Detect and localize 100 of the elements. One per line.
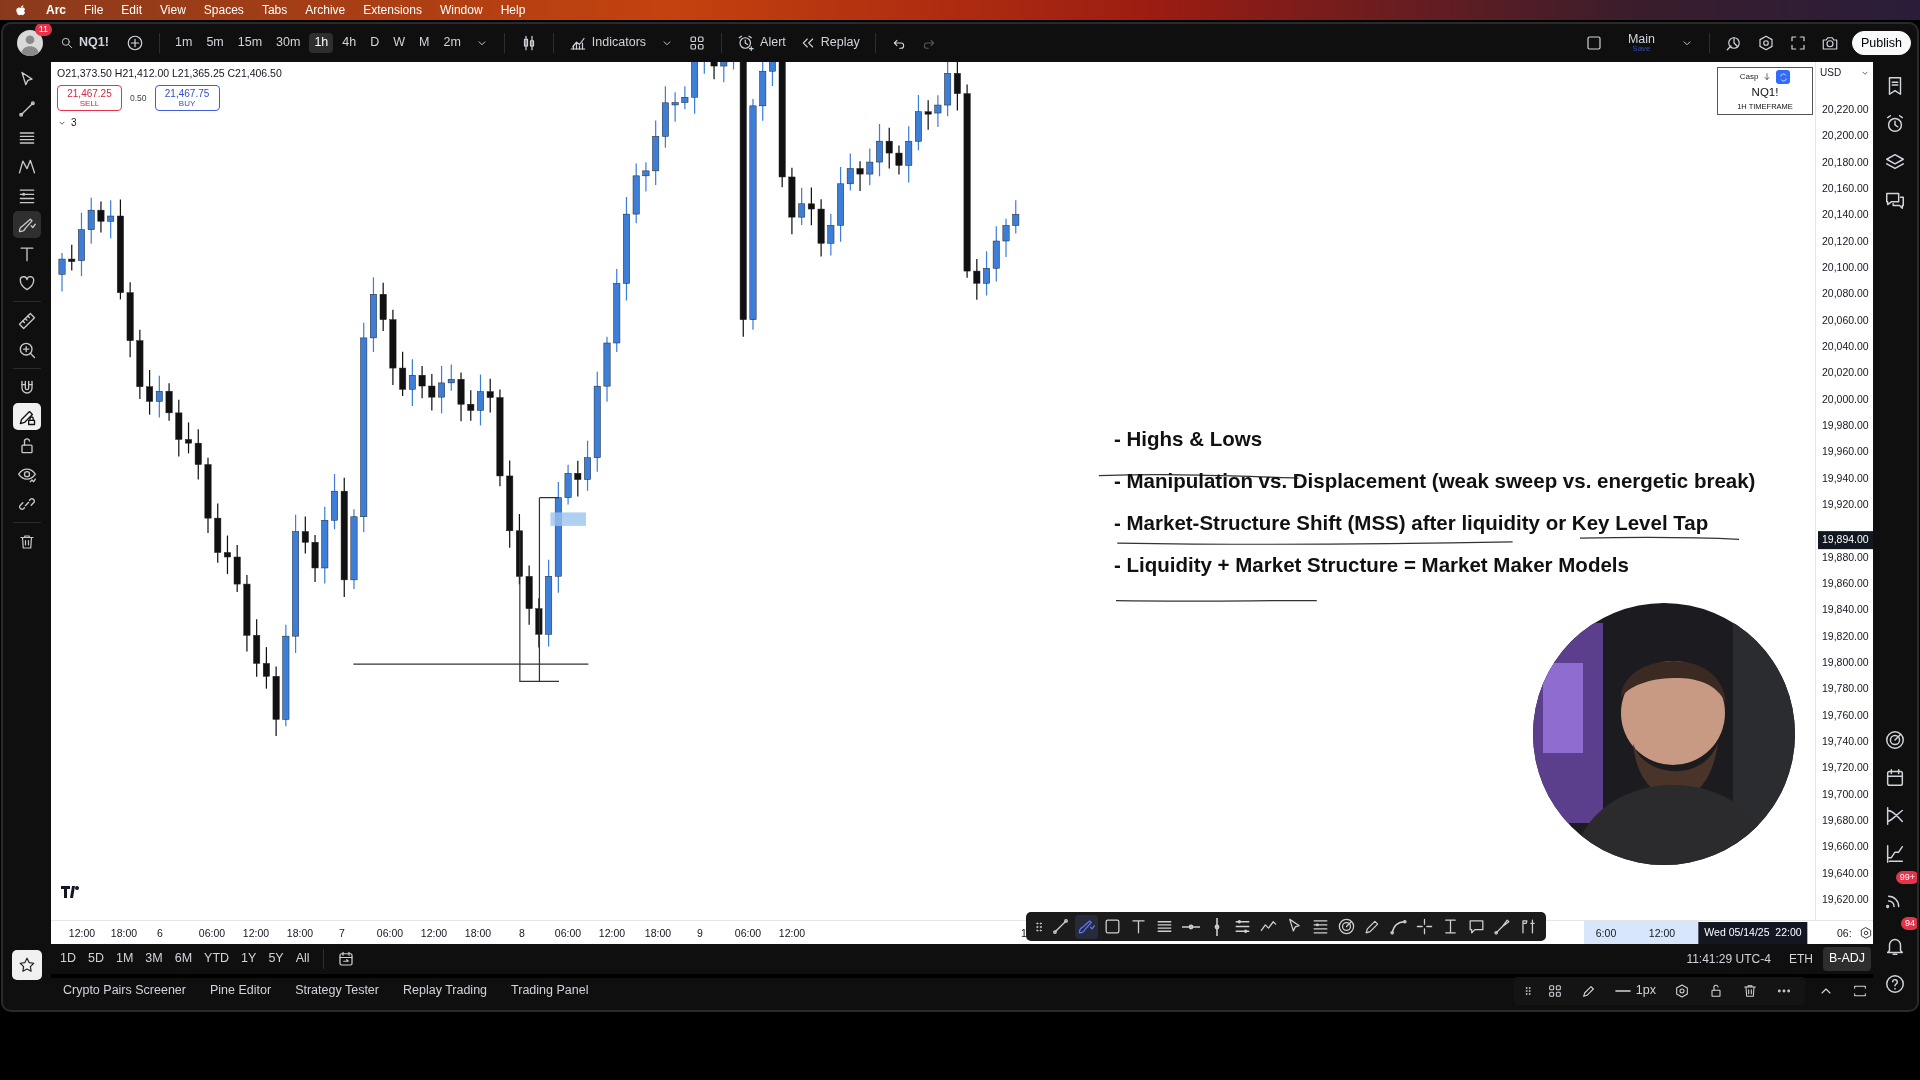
menu-item[interactable]: View bbox=[160, 1, 186, 19]
interval-button[interactable]: 1m bbox=[170, 33, 198, 53]
price-label: 20,000.00 bbox=[1822, 391, 1869, 407]
time-label: 12:00 bbox=[242, 926, 270, 941]
interval-button[interactable]: D bbox=[365, 33, 385, 53]
menu-item[interactable]: Archive bbox=[305, 1, 346, 19]
layout-name[interactable]: Main bbox=[1627, 32, 1655, 46]
price-label: 20,200.00 bbox=[1822, 128, 1869, 144]
panel-tab[interactable]: Strategy Tester bbox=[287, 981, 387, 1001]
price-label: 20,140.00 bbox=[1822, 207, 1869, 223]
time-label: 18:00 bbox=[464, 926, 492, 941]
price-label: 19,740.00 bbox=[1822, 734, 1869, 750]
price-label: 20,060.00 bbox=[1822, 312, 1869, 328]
menu-item[interactable]: Spaces bbox=[203, 1, 244, 19]
buy-button[interactable]: 21,467.75 BUY bbox=[154, 84, 220, 112]
time-label: 12:00 bbox=[778, 926, 806, 941]
panel-tab[interactable]: Trading Panel bbox=[503, 981, 597, 1001]
alert-button[interactable]: Alert bbox=[732, 31, 791, 55]
adjustment-toggle[interactable]: B-ADJ bbox=[1822, 947, 1871, 971]
menu-item[interactable]: Extensions bbox=[363, 1, 422, 19]
time-label: 06: bbox=[1837, 926, 1852, 941]
time-label: 6 bbox=[157, 926, 163, 941]
interval-button[interactable]: 15m bbox=[232, 33, 268, 53]
range-button[interactable]: 5Y bbox=[263, 949, 289, 969]
ohlc-values: O21,373.50 H21,412.00 L21,365.25 C21,406.50 bbox=[57, 66, 282, 81]
price-label: 20,120.00 bbox=[1822, 233, 1869, 249]
time-label: 12:00 bbox=[420, 926, 448, 941]
price-label: 19,720.00 bbox=[1822, 760, 1869, 776]
current-price-label: 19,894.00 bbox=[1818, 531, 1873, 549]
price-label: 19,660.00 bbox=[1822, 839, 1869, 855]
interval-button[interactable]: W bbox=[388, 33, 411, 53]
time-label: 12:00 bbox=[68, 926, 96, 941]
price-label: 19,640.00 bbox=[1822, 865, 1869, 881]
time-label: 9 bbox=[697, 926, 703, 941]
clock-text[interactable]: 11:41:29 UTC-4 bbox=[1686, 950, 1771, 968]
menu-item[interactable]: Help bbox=[500, 1, 526, 19]
time-label: 18:00 bbox=[110, 926, 138, 941]
price-label: 19,780.00 bbox=[1822, 681, 1869, 697]
time-label: 12:00 bbox=[1648, 926, 1676, 941]
price-label: 20,040.00 bbox=[1822, 339, 1869, 355]
source-label: Casp bbox=[1739, 71, 1759, 83]
app-name[interactable]: Arc bbox=[46, 1, 66, 19]
range-button[interactable]: 1Y bbox=[236, 949, 262, 969]
price-label: 19,840.00 bbox=[1822, 602, 1869, 618]
range-button[interactable]: 1D bbox=[55, 949, 81, 969]
symbol-search[interactable]: NQ1! bbox=[55, 33, 117, 53]
panel-tab[interactable]: Pine Editor bbox=[201, 981, 280, 1001]
legend-symbol: NQ1! bbox=[1750, 85, 1780, 100]
interval-button[interactable]: 5m bbox=[201, 33, 229, 53]
menu-item[interactable]: Tabs bbox=[261, 1, 288, 19]
price-label: 19,980.00 bbox=[1822, 418, 1869, 434]
price-label: 19,700.00 bbox=[1822, 786, 1869, 802]
time-label: 1 bbox=[1021, 926, 1027, 941]
price-label: 19,860.00 bbox=[1822, 576, 1869, 592]
sell-button[interactable]: 21,467.25 SELL bbox=[57, 84, 122, 112]
replay-button[interactable]: Replay bbox=[794, 32, 865, 54]
range-button[interactable]: All bbox=[290, 949, 315, 969]
session-toggle[interactable]: ETH bbox=[1788, 950, 1813, 968]
interval-button[interactable]: M bbox=[414, 33, 435, 53]
publish-button[interactable]: Publish bbox=[1852, 31, 1911, 55]
range-button[interactable]: 3M bbox=[140, 949, 168, 969]
price-label: 19,880.00 bbox=[1822, 549, 1869, 565]
price-label: 19,820.00 bbox=[1822, 628, 1869, 644]
price-label: 19,960.00 bbox=[1822, 444, 1869, 460]
time-label: 06:00 bbox=[376, 926, 404, 941]
interval-button[interactable]: 2m bbox=[438, 33, 466, 53]
range-button[interactable]: YTD bbox=[199, 949, 235, 969]
count-badge: 99+ bbox=[1895, 871, 1917, 884]
menu-item[interactable]: Edit bbox=[121, 1, 143, 19]
time-label: 06:00 bbox=[198, 926, 226, 941]
time-label: 06:00 bbox=[734, 926, 762, 941]
range-button[interactable]: 5D bbox=[83, 949, 109, 969]
time-label: 7 bbox=[339, 926, 345, 941]
price-label: 19,620.00 bbox=[1822, 892, 1869, 907]
save-status: Save bbox=[1632, 45, 1651, 54]
panel-tab[interactable]: Replay Trading bbox=[394, 981, 496, 1001]
range-button[interactable]: 1M bbox=[110, 949, 139, 969]
range-button[interactable]: 6M bbox=[169, 949, 198, 969]
price-label: 20,100.00 bbox=[1822, 260, 1869, 276]
time-label: 12:00 bbox=[598, 926, 626, 941]
price-label: 20,220.00 bbox=[1822, 102, 1869, 118]
price-label: 20,020.00 bbox=[1822, 365, 1869, 381]
spread-value: 0.50 bbox=[130, 91, 147, 105]
interval-button[interactable]: 1h bbox=[309, 33, 334, 53]
line-width-button[interactable]: 1px bbox=[1609, 981, 1661, 1001]
menu-item[interactable]: Window bbox=[439, 1, 483, 19]
time-label: 8 bbox=[519, 926, 525, 941]
time-label: 06:00 bbox=[554, 926, 582, 941]
time-label: 18:00 bbox=[644, 926, 672, 941]
indicators-button[interactable]: Indicators bbox=[563, 31, 652, 55]
time-label: 6:00 bbox=[1595, 926, 1617, 941]
price-label: 19,800.00 bbox=[1822, 655, 1869, 671]
price-label: 19,940.00 bbox=[1822, 470, 1869, 486]
interval-button[interactable]: 30m bbox=[271, 33, 306, 53]
interval-button[interactable]: 4h bbox=[337, 33, 362, 53]
price-label: 20,080.00 bbox=[1822, 286, 1869, 302]
price-label: 20,180.00 bbox=[1822, 154, 1869, 170]
menu-item[interactable]: File bbox=[84, 1, 104, 19]
price-label: 20,160.00 bbox=[1822, 181, 1869, 197]
panel-tab[interactable]: Crypto Pairs Screener bbox=[55, 981, 194, 1001]
